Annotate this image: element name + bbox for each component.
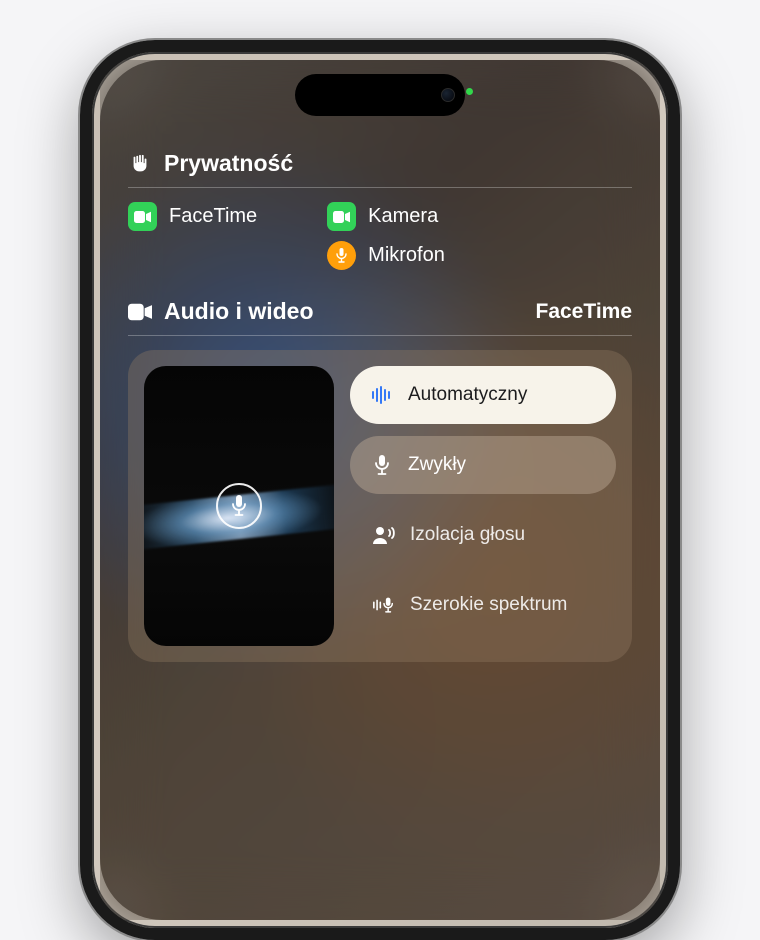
- screen: Prywatność FaceTime: [100, 60, 660, 920]
- audio-video-title: Audio i wideo: [164, 298, 524, 325]
- audio-video-app: FaceTime: [536, 300, 633, 324]
- mic-mode-voice-isolation[interactable]: Izolacja głosu: [350, 506, 616, 564]
- mic-mode-standard-label: Zwykły: [408, 454, 466, 476]
- iphone-frame: Prywatność FaceTime: [80, 40, 680, 940]
- front-camera: [441, 88, 455, 102]
- microphone-label: Mikrofon: [368, 244, 445, 267]
- privacy-app-label: FaceTime: [169, 205, 257, 228]
- dynamic-island: [295, 74, 465, 116]
- privacy-app-facetime[interactable]: FaceTime: [128, 202, 257, 231]
- standard-mic-icon: [370, 453, 394, 477]
- privacy-section: Prywatność FaceTime: [128, 150, 632, 270]
- mic-mode-wide-spectrum[interactable]: Szerokie spektrum: [350, 576, 616, 634]
- mic-mode-options: Automatyczny Zwykły: [350, 366, 616, 646]
- voice-isolation-icon: [372, 523, 396, 547]
- automatic-waveform-icon: [370, 383, 394, 407]
- camera-label: Kamera: [368, 205, 438, 228]
- audio-video-header[interactable]: Audio i wideo FaceTime: [128, 298, 632, 336]
- camera-active-indicator: [466, 88, 473, 95]
- microphone-badge-icon: [327, 241, 356, 270]
- hand-icon: [128, 152, 152, 176]
- camera-badge-icon: [327, 202, 356, 231]
- camera-preview[interactable]: [144, 366, 334, 646]
- video-camera-icon: [128, 300, 152, 324]
- privacy-camera-indicator[interactable]: Kamera: [327, 202, 445, 231]
- privacy-microphone-indicator[interactable]: Mikrofon: [327, 241, 445, 270]
- mic-mode-automatic-label: Automatyczny: [408, 384, 527, 406]
- privacy-header[interactable]: Prywatność: [128, 150, 632, 188]
- mic-mode-voice-isolation-label: Izolacja głosu: [410, 524, 525, 546]
- wide-spectrum-icon: [372, 593, 396, 617]
- mic-mode-standard[interactable]: Zwykły: [350, 436, 616, 494]
- audio-video-section: Audio i wideo FaceTime: [128, 298, 632, 662]
- privacy-title: Prywatność: [164, 150, 632, 177]
- mic-mode-panel: Automatyczny Zwykły: [128, 350, 632, 662]
- mic-mode-automatic[interactable]: Automatyczny: [350, 366, 616, 424]
- facetime-app-icon: [128, 202, 157, 231]
- microphone-overlay-icon: [216, 483, 262, 529]
- mic-mode-wide-spectrum-label: Szerokie spektrum: [410, 594, 567, 616]
